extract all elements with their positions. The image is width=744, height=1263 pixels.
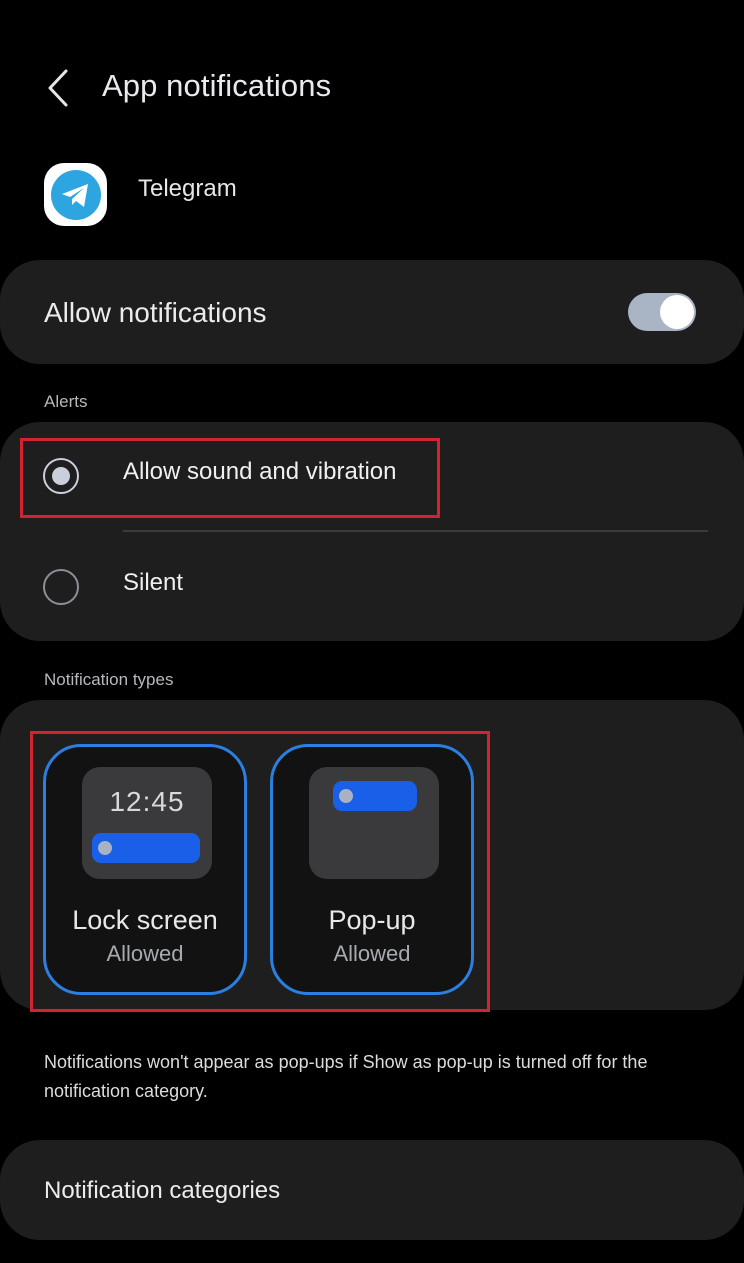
radio-silent[interactable] [43, 569, 79, 605]
app-name: Telegram [138, 175, 237, 202]
toggle-knob [660, 295, 694, 329]
back-button[interactable] [40, 66, 76, 110]
highlight-box [30, 731, 490, 1012]
page-title: App notifications [102, 68, 332, 103]
alerts-section-label: Alerts [44, 392, 88, 411]
notification-types-section-label: Notification types [44, 670, 174, 689]
allow-notifications-toggle[interactable] [628, 293, 696, 331]
popup-note: Notifications won't appear as pop-ups if… [44, 1052, 648, 1101]
highlight-box [20, 438, 440, 518]
option-silent-label[interactable]: Silent [123, 569, 183, 597]
notification-categories-label[interactable]: Notification categories [44, 1177, 280, 1205]
allow-notifications-label: Allow notifications [44, 297, 267, 328]
divider [123, 530, 708, 532]
telegram-icon [44, 163, 107, 226]
chevron-left-icon [48, 69, 68, 107]
